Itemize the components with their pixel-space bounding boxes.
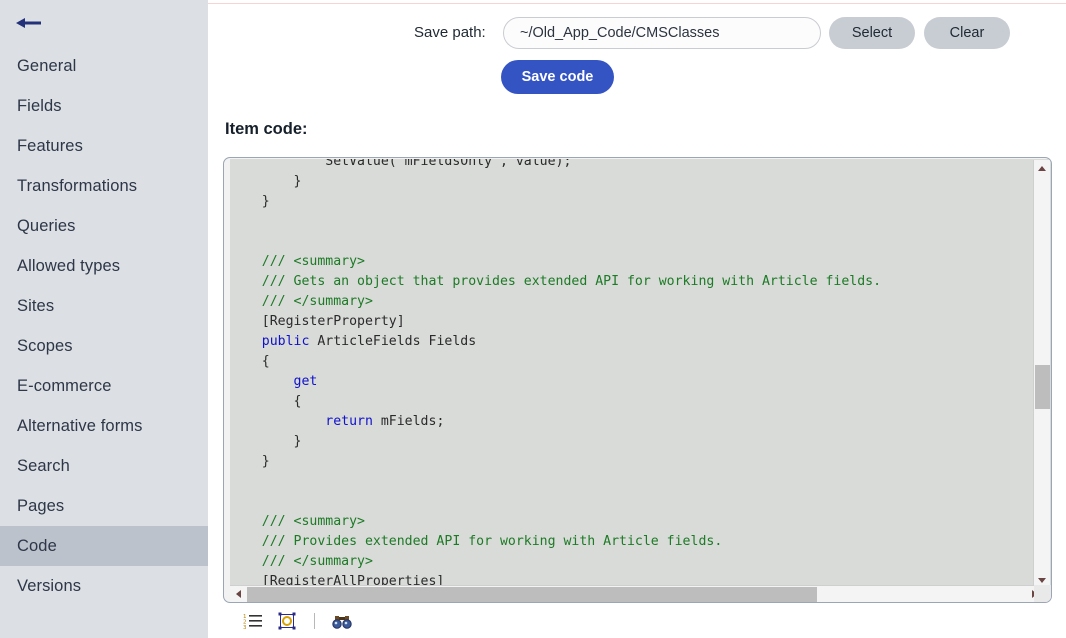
sidebar-item-fields[interactable]: Fields (0, 86, 208, 126)
sidebar-item-label: Transformations (17, 177, 137, 196)
sidebar-nav-list: General Fields Features Transformations … (0, 46, 208, 606)
save-code-button[interactable]: Save code (501, 60, 614, 94)
vertical-scrollbar-thumb[interactable] (1035, 365, 1050, 409)
sidebar-item-search[interactable]: Search (0, 446, 208, 486)
sidebar-item-sites[interactable]: Sites (0, 286, 208, 326)
scrollbar-corner (1034, 585, 1051, 602)
svg-text:3: 3 (243, 625, 247, 630)
sidebar-item-label: Fields (17, 97, 62, 116)
sidebar-item-label: Queries (17, 217, 75, 236)
sidebar-item-label: Pages (17, 497, 64, 516)
sidebar-item-label: Sites (17, 297, 54, 316)
editor-tool-bar: 1 2 3 (223, 606, 1052, 636)
bookmark-marker-icon[interactable] (275, 609, 299, 633)
sidebar-item-general[interactable]: General (0, 46, 208, 86)
scroll-left-arrow-icon[interactable] (230, 586, 246, 602)
sidebar-item-queries[interactable]: Queries (0, 206, 208, 246)
sidebar-item-alternative-forms[interactable]: Alternative forms (0, 406, 208, 446)
sidebar-item-label: Allowed types (17, 257, 120, 276)
sidebar-item-label: Search (17, 457, 70, 476)
back-button[interactable] (0, 0, 208, 46)
settings-sidebar: General Fields Features Transformations … (0, 0, 208, 638)
save-path-input[interactable] (503, 17, 821, 49)
sidebar-item-label: Code (17, 537, 57, 556)
vertical-scrollbar[interactable] (1033, 160, 1050, 588)
code-editor-inner: SetValue("mFieldsOnly", value); } } /// … (230, 159, 1051, 602)
sidebar-item-allowed-types[interactable]: Allowed types (0, 246, 208, 286)
sidebar-item-versions[interactable]: Versions (0, 566, 208, 606)
sidebar-item-label: Scopes (17, 337, 73, 356)
top-divider-rule (208, 3, 1066, 4)
line-numbers-icon[interactable]: 1 2 3 (241, 609, 265, 633)
clear-path-button[interactable]: Clear (924, 17, 1010, 49)
code-text[interactable]: SetValue("mFieldsOnly", value); } } /// … (230, 159, 881, 587)
code-tab-screen: General Fields Features Transformations … (0, 0, 1066, 638)
sidebar-item-features[interactable]: Features (0, 126, 208, 166)
main-content: Save path: Select Clear Save code Item c… (208, 0, 1066, 638)
sidebar-item-label: General (17, 57, 76, 76)
horizontal-scrollbar-thumb[interactable] (247, 587, 817, 602)
select-path-button[interactable]: Select (829, 17, 915, 49)
sidebar-item-label: Features (17, 137, 83, 156)
back-arrow-icon (14, 15, 44, 31)
sidebar-item-code[interactable]: Code (0, 526, 208, 566)
item-code-heading: Item code: (225, 120, 308, 139)
sidebar-item-transformations[interactable]: Transformations (0, 166, 208, 206)
sidebar-item-label: Versions (17, 577, 81, 596)
scroll-up-arrow-icon[interactable] (1034, 160, 1050, 176)
sidebar-item-e-commerce[interactable]: E-commerce (0, 366, 208, 406)
sidebar-item-label: Alternative forms (17, 417, 143, 436)
horizontal-scrollbar[interactable] (230, 585, 1042, 602)
sidebar-item-pages[interactable]: Pages (0, 486, 208, 526)
toolbar-separator (314, 613, 315, 629)
code-viewport[interactable]: SetValue("mFieldsOnly", value); } } /// … (230, 159, 1033, 587)
sidebar-item-label: E-commerce (17, 377, 112, 396)
save-path-toolbar: Save path: Select Clear Save code (208, 0, 1066, 96)
code-editor-frame: SetValue("mFieldsOnly", value); } } /// … (223, 157, 1052, 603)
save-path-label: Save path: (414, 24, 486, 41)
sidebar-item-scopes[interactable]: Scopes (0, 326, 208, 366)
binoculars-find-icon[interactable] (330, 609, 354, 633)
